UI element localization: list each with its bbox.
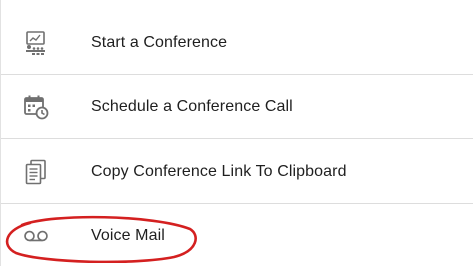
copy-document-icon xyxy=(23,159,49,185)
menu-item-voice-mail[interactable]: Voice Mail xyxy=(1,204,473,268)
menu-item-label: Copy Conference Link To Clipboard xyxy=(91,162,347,180)
voicemail-icon xyxy=(23,223,49,249)
menu-item-copy-conference-link[interactable]: Copy Conference Link To Clipboard xyxy=(1,140,473,204)
menu-item-schedule-conference[interactable]: Schedule a Conference Call xyxy=(1,75,473,139)
calendar-clock-icon xyxy=(23,94,49,120)
conference-menu: Start a Conference Schedule a Conference… xyxy=(0,0,473,266)
menu-item-label: Schedule a Conference Call xyxy=(91,97,293,115)
menu-item-start-conference[interactable]: Start a Conference xyxy=(1,11,473,75)
menu-item-label: Voice Mail xyxy=(91,227,165,244)
menu-item-label: Start a Conference xyxy=(91,33,228,51)
presentation-icon xyxy=(23,30,49,56)
